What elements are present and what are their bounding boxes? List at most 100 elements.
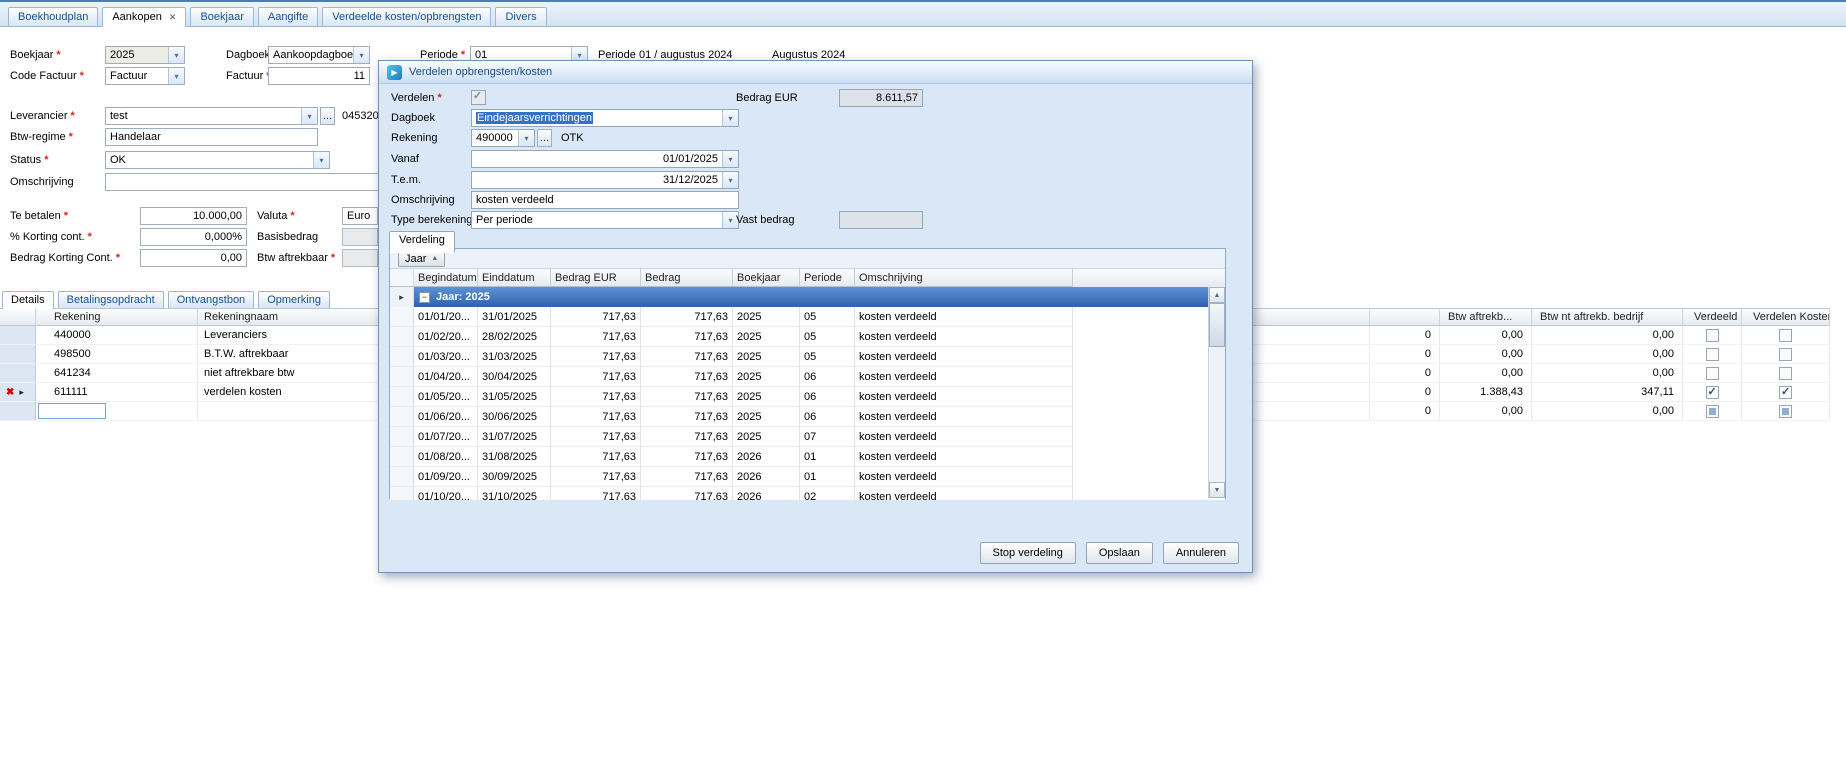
cell-bedrag-eur[interactable]: 717,63 [551,467,641,487]
tab-divers[interactable]: Divers [495,7,546,26]
cell-bedrag-eur[interactable]: 717,63 [551,447,641,467]
cell-omschrijving[interactable]: kosten verdeeld [855,327,1073,347]
cell-begindatum[interactable]: 01/06/20... [414,407,478,427]
header-periode[interactable]: Periode [800,269,855,287]
chevron-down-icon[interactable]: ▾ [168,68,184,84]
annuleren-button[interactable]: Annuleren [1163,542,1239,564]
tab-verdeling[interactable]: Verdeling [389,231,455,253]
cell-btw-aftrekb[interactable]: 0,00 [1440,345,1532,363]
dagboek-select[interactable]: Aankoopdagboek▾ [268,46,370,64]
dialog-titlebar[interactable]: ▶ Verdelen opbrengsten/kosten [379,61,1252,84]
tab-boekjaar[interactable]: Boekjaar [190,7,253,26]
chevron-down-icon[interactable]: ▾ [168,47,184,63]
boekjaar-select[interactable]: 2025▾ [105,46,185,64]
tab-aankopen[interactable]: Aankopen✕ [102,7,186,27]
btw-regime-input[interactable]: Handelaar [105,128,318,146]
tab-betalingsopdracht[interactable]: Betalingsopdracht [58,291,164,308]
leverancier-lookup-button[interactable]: … [320,107,335,125]
header-verdelen-kosten[interactable]: Verdelen Kosten [1742,308,1830,326]
header-einddatum[interactable]: Einddatum [478,269,551,287]
cell-einddatum[interactable]: 28/02/2025 [478,327,551,347]
cell-bedrag[interactable]: 717,63 [641,327,733,347]
verdelen-kosten-checkbox[interactable] [1779,367,1792,380]
verdelen-kosten-checkbox[interactable] [1779,405,1792,418]
cell-bedrag-eur[interactable]: 717,63 [551,347,641,367]
tab-opmerking[interactable]: Opmerking [258,291,330,308]
cell-begindatum[interactable]: 01/02/20... [414,327,478,347]
cell-bedrag[interactable]: 717,63 [641,387,733,407]
cell-bedrag[interactable]: 717,63 [641,367,733,387]
cell-bedrag[interactable]: 717,63 [641,347,733,367]
cell-einddatum[interactable]: 31/08/2025 [478,447,551,467]
cell-rekening[interactable]: 498500 [36,345,198,363]
cell-bedrag-eur[interactable]: 717,63 [551,487,641,500]
cell-periode[interactable]: 02 [800,487,855,500]
dialog-omschrijving-input[interactable]: kosten verdeeld [471,191,739,209]
cell-rekening[interactable]: 611111 [36,383,198,401]
cell-bedrag-eur[interactable]: 717,63 [551,427,641,447]
verdelen-kosten-checkbox[interactable] [1779,348,1792,361]
verdeling-row[interactable]: 01/07/20... 31/07/2025 717,63 717,63 202… [390,427,1225,447]
cell-begindatum[interactable]: 01/05/20... [414,387,478,407]
scroll-up-icon[interactable]: ▲ [1209,287,1225,303]
header-verdeeld[interactable]: Verdeeld [1683,308,1742,326]
cell-omschrijving[interactable]: kosten verdeeld [855,387,1073,407]
cell-bedrag[interactable]: 717,63 [641,427,733,447]
verdeling-row[interactable]: 01/09/20... 30/09/2025 717,63 717,63 202… [390,467,1225,487]
cell-periode[interactable]: 05 [800,327,855,347]
cell-bedrag[interactable]: 717,63 [641,447,733,467]
status-select[interactable]: OK▾ [105,151,330,169]
tab-details[interactable]: Details [2,291,54,309]
cell-begindatum[interactable]: 01/07/20... [414,427,478,447]
leverancier-select[interactable]: test▾ [105,107,318,125]
cell-omschrijving[interactable]: kosten verdeeld [855,447,1073,467]
verdeling-row[interactable]: 01/02/20... 28/02/2025 717,63 717,63 202… [390,327,1225,347]
cell-bedrag[interactable]: 717,63 [641,407,733,427]
cell-begindatum[interactable]: 01/09/20... [414,467,478,487]
cell-bedrag-eur[interactable]: 717,63 [551,327,641,347]
rekening-lookup-button[interactable]: … [537,129,552,147]
header-btw-aftrekb[interactable]: Btw aftrekb... [1440,308,1532,326]
cell-bedrag[interactable]: 717,63 [641,487,733,500]
verdeling-row[interactable]: 01/03/20... 31/03/2025 717,63 717,63 202… [390,347,1225,367]
chevron-down-icon[interactable]: ▾ [722,151,738,167]
tab-verdeelde-kosten[interactable]: Verdeelde kosten/opbrengsten [322,7,491,26]
cell-einddatum[interactable]: 31/10/2025 [478,487,551,500]
cell-periode[interactable]: 01 [800,467,855,487]
rekening-editor[interactable] [38,403,106,419]
cell-btw-aftrekb[interactable]: 0,00 [1440,326,1532,344]
tem-datepicker[interactable]: 31/12/2025▾ [471,171,739,189]
cell-btw-aftrekb[interactable]: 0,00 [1440,364,1532,382]
cell-periode[interactable]: 06 [800,367,855,387]
cell-bedrag-eur[interactable]: 717,63 [551,307,641,327]
row-selector[interactable]: ✖▸ [0,383,36,401]
collapse-group-icon[interactable]: − [419,292,430,303]
chevron-down-icon[interactable]: ▾ [518,130,534,146]
dialog-rekening-select[interactable]: 490000▾ [471,129,535,147]
cell-einddatum[interactable]: 31/05/2025 [478,387,551,407]
dialog-dagboek-select[interactable]: Eindejaarsverrichtingen▾ [471,109,739,127]
verdeeld-checkbox[interactable] [1706,329,1719,342]
cell-bedrag-eur[interactable]: 717,63 [551,407,641,427]
cell-periode[interactable]: 06 [800,407,855,427]
delete-row-icon[interactable]: ✖ [6,387,14,398]
valuta-input[interactable]: Euro [342,207,378,225]
code-factuur-select[interactable]: Factuur▾ [105,67,185,85]
cell-begindatum[interactable]: 01/08/20... [414,447,478,467]
row-selector[interactable]: ✖▸ [0,326,36,344]
verdeling-row[interactable]: 01/10/20... 31/10/2025 717,63 717,63 202… [390,487,1225,500]
cell-btw-aftrekb[interactable]: 1.388,43 [1440,383,1532,401]
group-row[interactable]: ▸ −Jaar: 2025 [390,287,1225,307]
verdeeld-checkbox[interactable] [1706,386,1719,399]
cell-btw-aftrekb[interactable]: 0,00 [1440,402,1532,420]
chevron-down-icon[interactable]: ▾ [722,110,738,126]
cell-btw-nt-aftrekb[interactable]: 0,00 [1532,364,1683,382]
cell-einddatum[interactable]: 31/01/2025 [478,307,551,327]
cell-rekening[interactable] [36,402,198,420]
cell-boekjaar[interactable]: 2025 [733,427,800,447]
cell-omschrijving[interactable]: kosten verdeeld [855,427,1073,447]
cell-btw-nt-aftrekb[interactable]: 347,11 [1532,383,1683,401]
chevron-down-icon[interactable]: ▾ [722,172,738,188]
header-boekjaar[interactable]: Boekjaar [733,269,800,287]
omschrijving-input[interactable] [105,173,405,191]
